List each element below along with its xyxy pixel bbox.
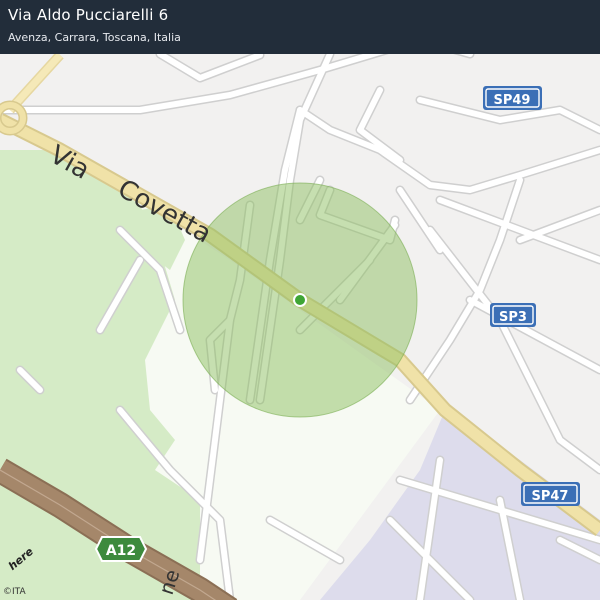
- shield-sp47-label: SP47: [532, 489, 569, 504]
- address-subtitle: Avenza, Carrara, Toscana, Italia: [8, 31, 181, 44]
- map-copyright: ©ITA: [3, 587, 26, 597]
- address-header: Via Aldo Pucciarelli 6 Avenza, Carrara, …: [0, 0, 600, 54]
- shield-sp3-label: SP3: [499, 310, 527, 325]
- address-title: Via Aldo Pucciarelli 6: [8, 6, 169, 24]
- shield-sp49[interactable]: SP49: [483, 86, 542, 110]
- shield-a12-label: A12: [106, 543, 136, 559]
- shield-sp49-label: SP49: [494, 93, 531, 108]
- location-dot[interactable]: [295, 295, 305, 305]
- shield-sp3[interactable]: SP3: [490, 303, 536, 327]
- shield-sp47[interactable]: SP47: [521, 482, 580, 506]
- map-canvas[interactable]: Via Covetta ne SP49 SP3 SP47 A12: [0, 0, 600, 600]
- shield-a12[interactable]: A12: [94, 536, 148, 562]
